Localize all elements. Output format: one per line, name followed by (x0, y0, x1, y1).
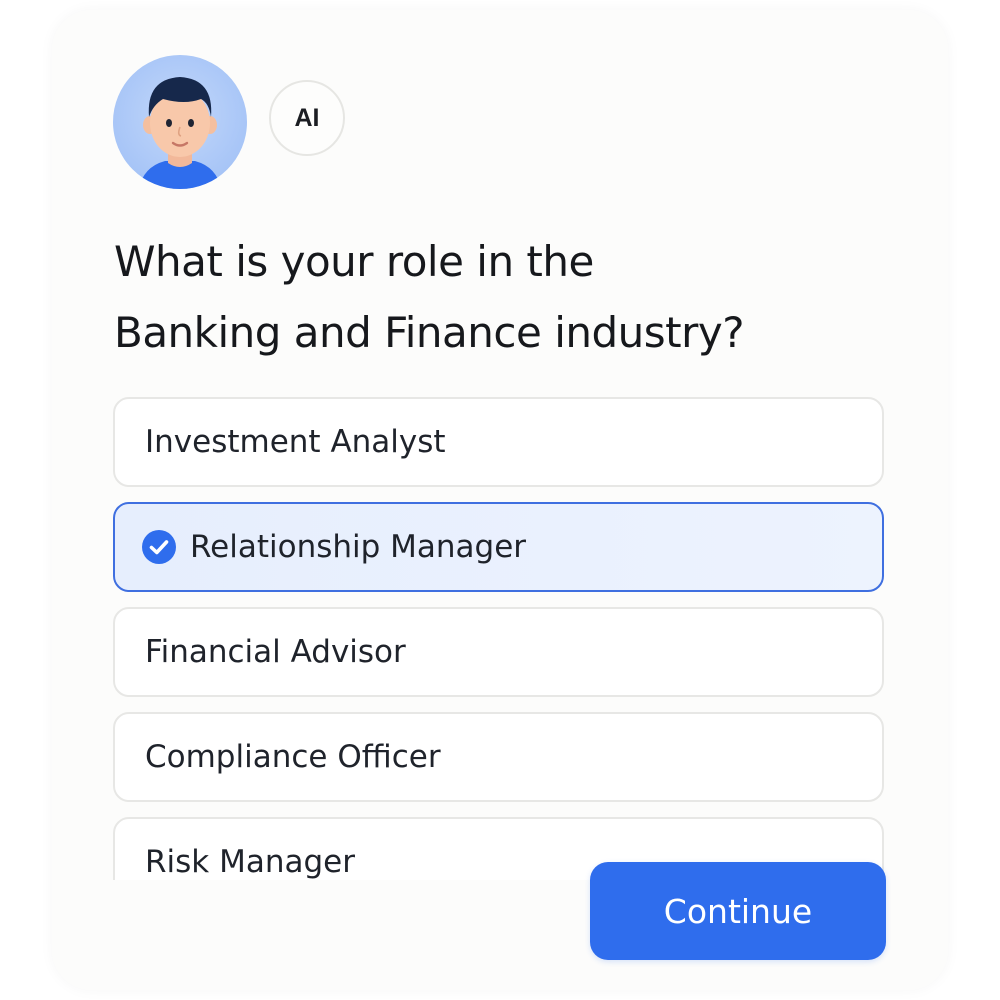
user-avatar-icon (113, 55, 247, 189)
option-label: Relationship Manager (190, 529, 527, 565)
page-title: What is your role in the Banking and Fin… (114, 226, 914, 368)
option-label: Risk Manager (145, 844, 355, 880)
option-label: Financial Advisor (145, 634, 406, 670)
question-line-2: Banking and Finance industry? (114, 308, 745, 357)
role-options-list: Investment Analyst Relationship Manager … (113, 397, 884, 922)
role-option-relationship-manager[interactable]: Relationship Manager (113, 502, 884, 592)
option-label: Compliance Officer (145, 739, 441, 775)
ai-badge: AI (269, 80, 345, 156)
role-option-investment-analyst[interactable]: Investment Analyst (113, 397, 884, 487)
question-line-1: What is your role in the (114, 237, 594, 286)
role-option-compliance-officer[interactable]: Compliance Officer (113, 712, 884, 802)
continue-button[interactable]: Continue (590, 862, 886, 960)
check-circle-icon (141, 529, 177, 565)
role-selection-card: AI What is your role in the Banking and … (52, 10, 948, 990)
option-label: Investment Analyst (145, 424, 446, 460)
role-option-financial-advisor[interactable]: Financial Advisor (113, 607, 884, 697)
